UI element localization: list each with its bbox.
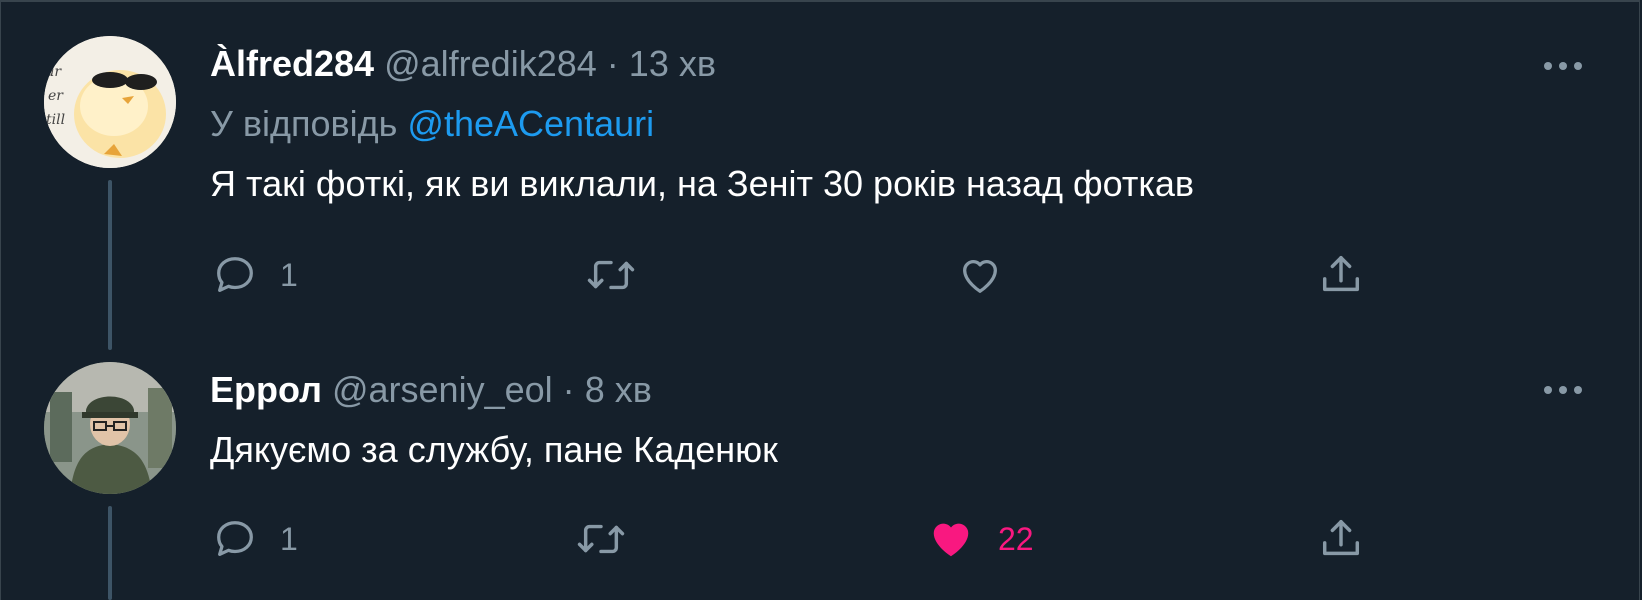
reply-count: 1 [280,520,298,557]
share-upload-icon [1322,256,1360,292]
display-name[interactable]: Еррол [210,369,322,410]
retweet-arrows-icon [587,260,635,290]
reply-button[interactable]: 1 [212,250,298,300]
reply-count: 1 [280,256,298,293]
speech-bubble-icon [217,521,253,556]
retweet-button[interactable] [576,514,626,564]
speech-bubble-icon [217,257,253,292]
heart-icon [933,523,969,557]
user-handle[interactable]: @arseniy_eol [332,369,553,410]
tweet-header: Àlfred284 @alfredik284 · 13 хв [210,44,716,84]
reply-context: У відповідь @theACentauri [210,104,654,144]
separator-dot: · [562,369,575,410]
more-dots-icon[interactable] [1542,380,1584,400]
timestamp[interactable]: 8 хв [585,369,652,410]
share-button[interactable] [1318,250,1364,300]
heart-icon [963,260,997,293]
timeline-frame [0,0,1640,600]
reply-mention-link[interactable]: @theACentauri [407,103,654,144]
avatar[interactable] [44,362,176,494]
person-in-cap-avatar [44,362,176,494]
display-name[interactable]: Àlfred284 [210,43,374,84]
avatar[interactable]: ar er till [44,36,176,168]
svg-text:till: till [46,112,65,128]
retweet-arrows-icon [577,524,625,554]
separator-dot: · [606,43,619,84]
thread-line [108,180,112,350]
reply-button[interactable]: 1 [212,514,298,564]
share-button[interactable] [1318,514,1364,564]
like-button[interactable] [956,250,1004,300]
share-upload-icon [1322,520,1360,556]
tweet-text: Я такі фоткі, як ви виклали, на Зеніт 30… [210,163,1195,204]
like-count: 22 [998,520,1034,557]
thread-line [108,506,112,600]
svg-text:er: er [48,88,64,104]
reply-prefix: У відповідь [210,103,398,144]
chick-with-sunglasses-avatar: ar er till [44,36,176,168]
like-button[interactable]: 22 [926,514,1034,564]
tweet-text: Дякуємо за службу, пане Каденюк [210,429,778,470]
tweet-header: Еррол @arseniy_eol · 8 хв [210,370,652,410]
user-handle[interactable]: @alfredik284 [384,43,597,84]
timestamp[interactable]: 13 хв [629,43,716,84]
more-dots-icon[interactable] [1542,56,1584,76]
retweet-button[interactable] [586,250,636,300]
